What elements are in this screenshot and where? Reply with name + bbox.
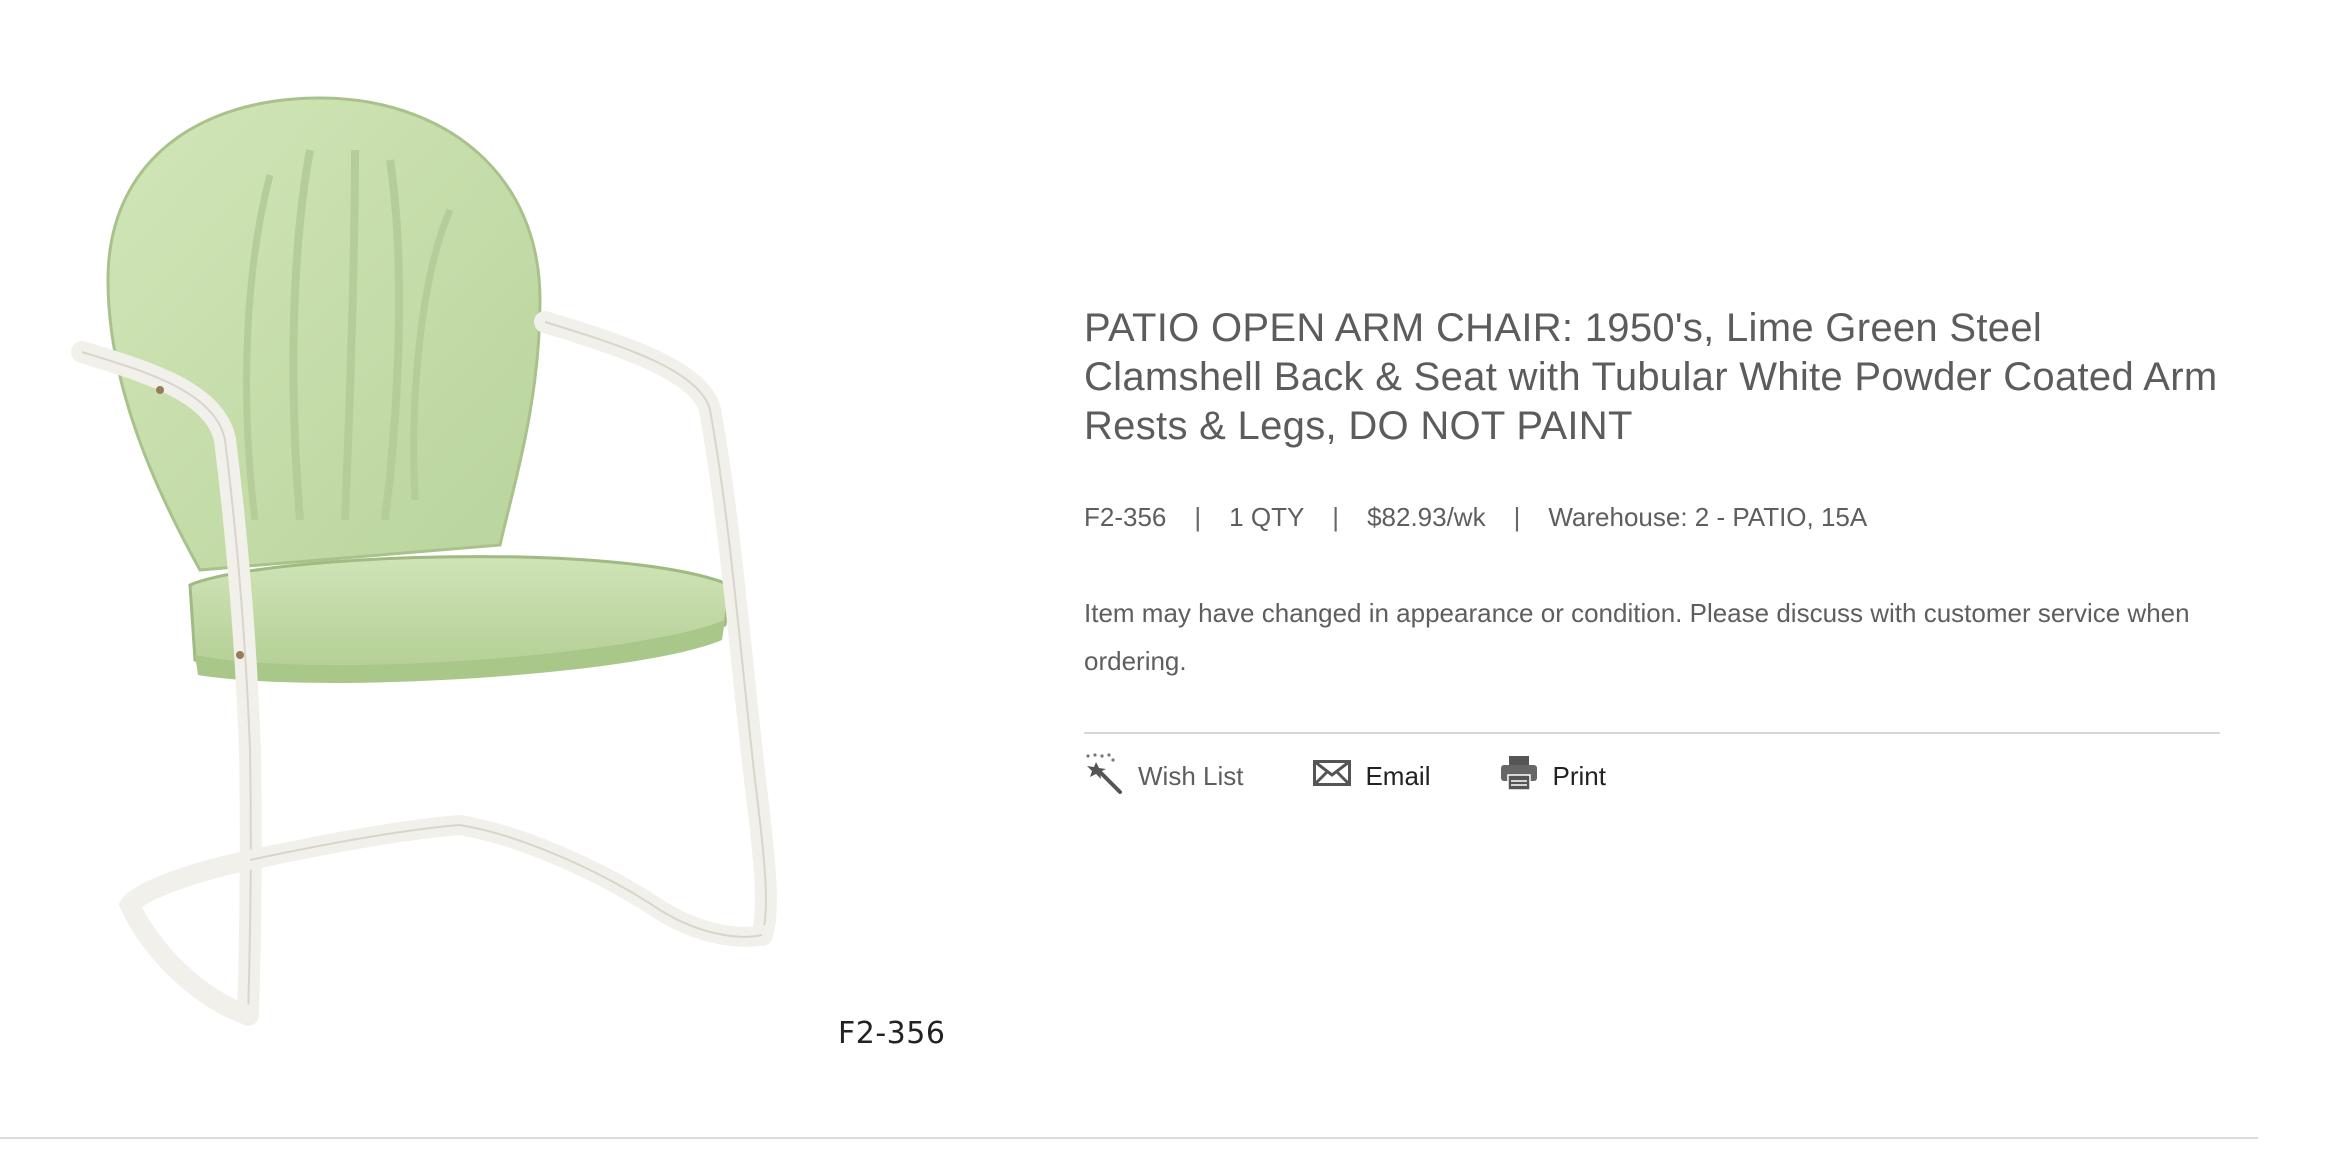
divider [1084,732,2220,734]
product-title: PATIO OPEN ARM CHAIR: 1950's, Lime Green… [1084,306,2218,448]
condition-note: Item may have changed in appearance or c… [1084,598,2190,676]
image-code-label: F2-356 [838,1016,946,1051]
magic-wand-icon [1084,752,1124,801]
product-meta: F2-356 | 1 QTY | $82.93/wk | Warehouse: … [1084,502,2220,533]
wish-list-label: Wish List [1138,761,1244,791]
product-price: $82.93/wk [1367,502,1486,532]
product-image[interactable]: F2-356 [0,0,1010,1100]
meta-separator: | [1332,502,1340,532]
bottom-divider [0,1137,2258,1139]
printer-icon [1500,755,1538,798]
meta-separator: | [1513,502,1521,532]
print-button[interactable]: Print [1500,755,1606,798]
product-warehouse: Warehouse: 2 - PATIO, 15A [1548,502,1868,532]
product-qty: 1 QTY [1229,502,1305,532]
product-actions: Wish List Email Print [1084,752,2220,801]
meta-separator: | [1194,502,1202,532]
email-label: Email [1365,761,1431,791]
envelope-icon [1313,760,1352,793]
email-button[interactable]: Email [1313,760,1430,793]
print-label: Print [1552,761,1606,791]
wish-list-button[interactable]: Wish List [1084,752,1243,801]
product-sku: F2-356 [1084,502,1167,532]
product-info: PATIO OPEN ARM CHAIR: 1950's, Lime Green… [1084,304,2220,801]
chair-illustration [71,96,777,1026]
